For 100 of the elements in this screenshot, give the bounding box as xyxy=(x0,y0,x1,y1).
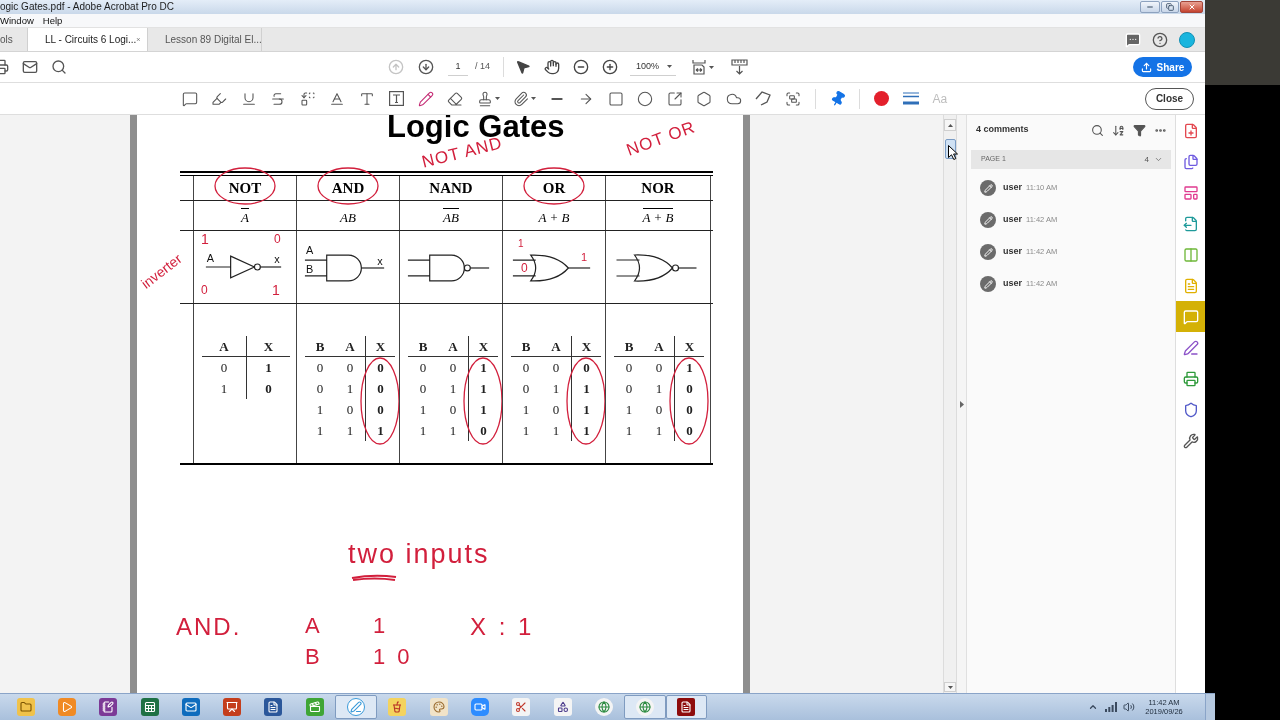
close-icon xyxy=(1187,3,1196,11)
zoom-in-icon[interactable] xyxy=(602,59,618,75)
menu-item[interactable]: Help xyxy=(42,15,63,26)
gate-name: AND xyxy=(331,180,365,196)
strikethrough-icon[interactable] xyxy=(270,90,287,107)
truth-table-value: 0 xyxy=(625,382,633,395)
truth-table-value: 1 xyxy=(552,424,560,437)
truth-table-value: 0 xyxy=(346,403,354,416)
truth-table-heading: X xyxy=(375,339,386,353)
signal-icon[interactable] xyxy=(1105,702,1117,712)
avatar-icon[interactable] xyxy=(1179,31,1195,48)
gate-name: OR xyxy=(542,180,566,196)
document-tab[interactable]: ols xyxy=(0,28,28,51)
scroll-up-button[interactable] xyxy=(944,119,956,131)
truth-table-value: 1 xyxy=(449,382,457,395)
page-number-field[interactable]: 1 xyxy=(448,58,468,76)
eraser-icon[interactable] xyxy=(447,90,464,107)
pencil-icon xyxy=(980,244,996,260)
page-fit-icon[interactable] xyxy=(691,59,707,75)
highlighter-icon[interactable] xyxy=(211,90,228,107)
underline-icon[interactable] xyxy=(240,90,257,107)
truth-table-value: 1 xyxy=(316,424,324,437)
restore-icon xyxy=(1166,3,1174,11)
zoom-out-icon[interactable] xyxy=(573,59,589,75)
truth-table-value: 1 xyxy=(480,382,487,395)
truth-table-value: 0 xyxy=(419,361,427,374)
search-icon[interactable] xyxy=(51,59,67,75)
columns-icon xyxy=(1182,246,1199,263)
truth-table-value: 0 xyxy=(655,361,663,374)
document-tab[interactable]: LL - Circuits 6 Logi... xyxy=(28,28,148,51)
replace-text-icon[interactable] xyxy=(299,90,316,107)
scroll-down-button[interactable] xyxy=(944,682,956,692)
truth-table-value: 1 xyxy=(316,403,324,416)
video-camera-icon xyxy=(470,698,489,716)
chat-icon[interactable] xyxy=(1125,31,1141,48)
mail-icon xyxy=(181,698,200,716)
group-icon[interactable] xyxy=(784,90,801,107)
printer-icon[interactable] xyxy=(0,59,9,75)
next-page-icon[interactable] xyxy=(418,59,434,75)
search-icon[interactable] xyxy=(1091,123,1104,137)
share-button[interactable]: Share xyxy=(1133,57,1192,77)
text-box-icon[interactable] xyxy=(388,91,404,106)
filter-icon[interactable] xyxy=(1133,123,1146,137)
caret-icon xyxy=(494,97,500,100)
polyline-icon[interactable] xyxy=(755,91,772,106)
truth-table-heading: X xyxy=(684,339,695,353)
close-button[interactable] xyxy=(1180,1,1203,13)
truth-table-value: 1 xyxy=(265,361,272,374)
truth-table-value: 1 xyxy=(552,382,560,395)
truth-table-heading: A xyxy=(448,339,458,353)
handwritten-note: B xyxy=(305,646,320,668)
help-icon[interactable] xyxy=(1152,31,1168,48)
taskbar-button[interactable] xyxy=(665,695,708,719)
truth-table-value: 1 xyxy=(655,424,663,437)
pencil-icon[interactable] xyxy=(417,90,434,107)
pen-icon xyxy=(347,698,365,716)
menu-item[interactable]: Window xyxy=(0,15,34,26)
truth-table-value: 0 xyxy=(377,361,384,374)
gate-expression: A + B xyxy=(538,208,570,224)
volume-icon[interactable] xyxy=(1123,701,1135,713)
rectangle-icon[interactable] xyxy=(607,90,624,107)
pin-label: A xyxy=(206,252,215,265)
sticky-note-icon[interactable] xyxy=(181,90,198,107)
restore-button[interactable] xyxy=(1161,1,1179,13)
truth-table-value: 0 xyxy=(480,424,487,437)
zoom-field[interactable]: 100% xyxy=(630,58,676,76)
truth-table-heading: B xyxy=(418,339,428,353)
handwritten-note: two inputs xyxy=(348,541,490,568)
ellipse-icon[interactable] xyxy=(637,90,654,107)
minimize-button[interactable] xyxy=(1140,1,1160,13)
pointer-icon[interactable] xyxy=(515,59,531,75)
truth-table-value: 0 xyxy=(265,382,272,395)
truth-table-heading: B xyxy=(624,339,634,353)
mail-icon[interactable] xyxy=(22,59,38,75)
handwritten-note: X : 1 xyxy=(470,615,535,639)
stamp-icon[interactable] xyxy=(476,90,493,107)
play-icon xyxy=(57,698,76,716)
callout-icon[interactable] xyxy=(666,90,683,107)
caret-up-icon xyxy=(947,123,953,127)
chevron-up-icon[interactable] xyxy=(1088,702,1098,712)
truth-table-value: 1 xyxy=(419,403,427,416)
text-baseline-icon[interactable] xyxy=(329,90,346,107)
hand-icon[interactable] xyxy=(544,59,560,75)
page-layout-icon xyxy=(1182,184,1199,201)
color-swatch-icon[interactable] xyxy=(873,91,889,106)
pen-icon xyxy=(1182,339,1199,356)
close-button[interactable]: Close xyxy=(1145,87,1194,110)
scroll-mode-icon[interactable] xyxy=(731,59,748,75)
line-width-icon[interactable] xyxy=(902,92,919,105)
caret-right-icon[interactable] xyxy=(959,400,964,408)
sort-icon[interactable] xyxy=(1112,123,1125,137)
handwritten-note: 1 xyxy=(518,239,524,249)
share-icon xyxy=(1140,61,1152,73)
globe-icon xyxy=(636,698,655,716)
clapperboard-icon xyxy=(305,698,324,716)
paperclip-icon[interactable] xyxy=(512,90,529,107)
hexagon-icon[interactable] xyxy=(696,90,713,107)
truth-table-value: 1 xyxy=(480,403,487,416)
text-icon[interactable] xyxy=(358,90,375,107)
taskbar-button[interactable] xyxy=(624,695,666,719)
